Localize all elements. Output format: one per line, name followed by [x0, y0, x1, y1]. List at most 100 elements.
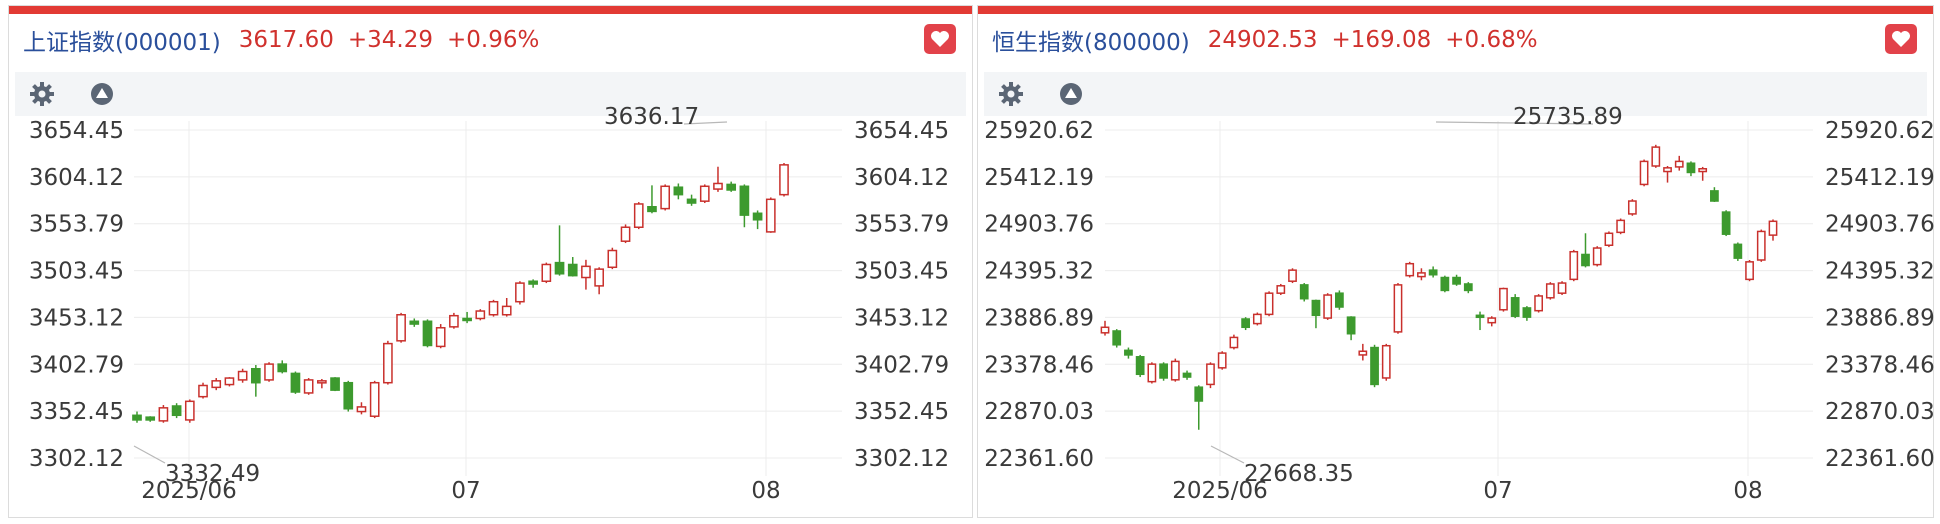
candlestick-chart: 3654.45 3654.45 3604.12 3604.12 3553.79 3553.… — [29, 104, 949, 504]
candle-down — [277, 363, 288, 373]
candle-down — [1346, 316, 1356, 335]
x-tick-label: 07 — [1483, 478, 1512, 504]
candle-down — [1182, 372, 1192, 378]
y-tick-label-left: 24395.32 — [984, 259, 1094, 285]
candle-up — [1381, 344, 1391, 379]
candle-down — [686, 198, 697, 204]
candle-down — [752, 212, 763, 221]
y-tick-label-right: 23886.89 — [1825, 305, 1935, 331]
candle-up — [1170, 360, 1180, 381]
y-tick-label-left: 25920.62 — [984, 118, 1094, 144]
candle-down — [673, 186, 684, 196]
candle-up — [541, 263, 552, 282]
candle-up — [699, 185, 710, 202]
candle-up — [237, 370, 248, 381]
candle-up — [356, 406, 367, 413]
y-tick-label-right: 23378.46 — [1825, 352, 1935, 378]
candle-up — [1534, 295, 1543, 312]
candle-up — [224, 377, 235, 386]
y-tick-label-right: 25412.19 — [1825, 165, 1935, 191]
candle-up — [1288, 269, 1297, 282]
y-tick-label-right: 3654.45 — [854, 118, 949, 144]
candle-up — [198, 384, 208, 398]
candle-up — [501, 305, 512, 316]
candle-up — [713, 182, 723, 190]
candle-up — [1768, 220, 1778, 236]
candle-down — [290, 372, 301, 393]
y-tick-label-right: 22870.03 — [1825, 399, 1935, 425]
candle-up — [779, 164, 789, 196]
candle-up — [1651, 146, 1661, 167]
candle-down — [132, 414, 142, 421]
y-tick-label-right: 24903.76 — [1825, 212, 1935, 238]
candle-up — [765, 198, 776, 233]
candle-down — [330, 377, 340, 391]
y-tick-label-right: 3553.79 — [854, 212, 949, 238]
y-tick-label-left: 3654.45 — [29, 118, 124, 144]
candle-down — [462, 317, 472, 322]
candle-up — [383, 342, 393, 384]
candle-down — [1440, 276, 1450, 292]
candle-down — [554, 261, 565, 275]
candle-down — [1733, 243, 1743, 259]
candle-up — [1487, 317, 1497, 324]
candle-up — [1639, 160, 1649, 186]
candle-up — [1557, 282, 1567, 294]
candle-down — [1710, 190, 1719, 202]
candle-down — [1299, 284, 1309, 300]
candle-down — [1370, 346, 1379, 386]
sh-index-panel: 上证指数(000001) 3617.60 +34.29 +0.96% 3654.… — [8, 5, 973, 518]
x-tick-label: 08 — [751, 478, 780, 504]
chart-plot: 25920.62 25920.62 25412.19 25412.19 24903.76… — [984, 104, 1935, 504]
candle-up — [1217, 352, 1227, 369]
candle-up — [211, 380, 222, 389]
y-tick-label-right: 3352.45 — [854, 399, 949, 425]
candlestick-chart: 25920.62 25920.62 25412.19 25412.19 24903.76… — [984, 104, 1935, 504]
x-tick-label: 08 — [1733, 478, 1762, 504]
candle-up — [1499, 287, 1508, 311]
y-tick-label-right: 3453.12 — [854, 305, 949, 331]
low-annotation-label: 22668.35 — [1244, 461, 1354, 487]
high-annotation-label: 3636.17 — [604, 104, 699, 130]
candle-down — [1475, 314, 1485, 319]
candle-up — [1616, 219, 1626, 234]
y-tick-label-right: 22361.60 — [1825, 446, 1935, 472]
candle-up — [660, 185, 671, 210]
y-tick-label-right: 25920.62 — [1825, 118, 1935, 144]
candle-up — [1252, 313, 1262, 325]
candle-down — [409, 320, 420, 325]
candle-up — [435, 327, 446, 348]
candle-up — [1545, 283, 1555, 299]
y-tick-label-right: 3402.79 — [854, 352, 949, 378]
candle-up — [1393, 284, 1403, 333]
candle-down — [422, 320, 433, 347]
candle-down — [1135, 356, 1145, 376]
chart-plot: 3654.45 3654.45 3604.12 3604.12 3553.79 3553.… — [29, 104, 949, 504]
candle-up — [1627, 200, 1637, 215]
candle-up — [1756, 230, 1766, 261]
candle-down — [145, 416, 156, 421]
low-annotation-label: 3332.49 — [165, 461, 260, 487]
candle-up — [1264, 292, 1274, 316]
candle-down — [567, 263, 578, 277]
y-tick-label-left: 3503.45 — [29, 259, 124, 285]
candle-down — [1194, 386, 1204, 402]
candle-up — [1358, 350, 1368, 356]
candle-up — [1323, 294, 1333, 319]
candle-down — [343, 381, 354, 410]
candle-up — [1100, 326, 1110, 334]
candle-down — [647, 206, 657, 213]
candle-up — [369, 381, 380, 417]
y-tick-label-right: 3503.45 — [854, 259, 949, 285]
candle-down — [1311, 299, 1321, 317]
high-annotation-label: 25735.89 — [1513, 104, 1623, 130]
annotation-leader-line — [133, 445, 166, 464]
y-tick-label-left: 24903.76 — [984, 212, 1094, 238]
candle-up — [184, 400, 195, 421]
candle-down — [1335, 292, 1344, 308]
candle-down — [1463, 283, 1473, 292]
candle-up — [1698, 168, 1708, 173]
candle-up — [1745, 261, 1754, 281]
candle-up — [303, 379, 314, 394]
candle-down — [726, 183, 737, 191]
